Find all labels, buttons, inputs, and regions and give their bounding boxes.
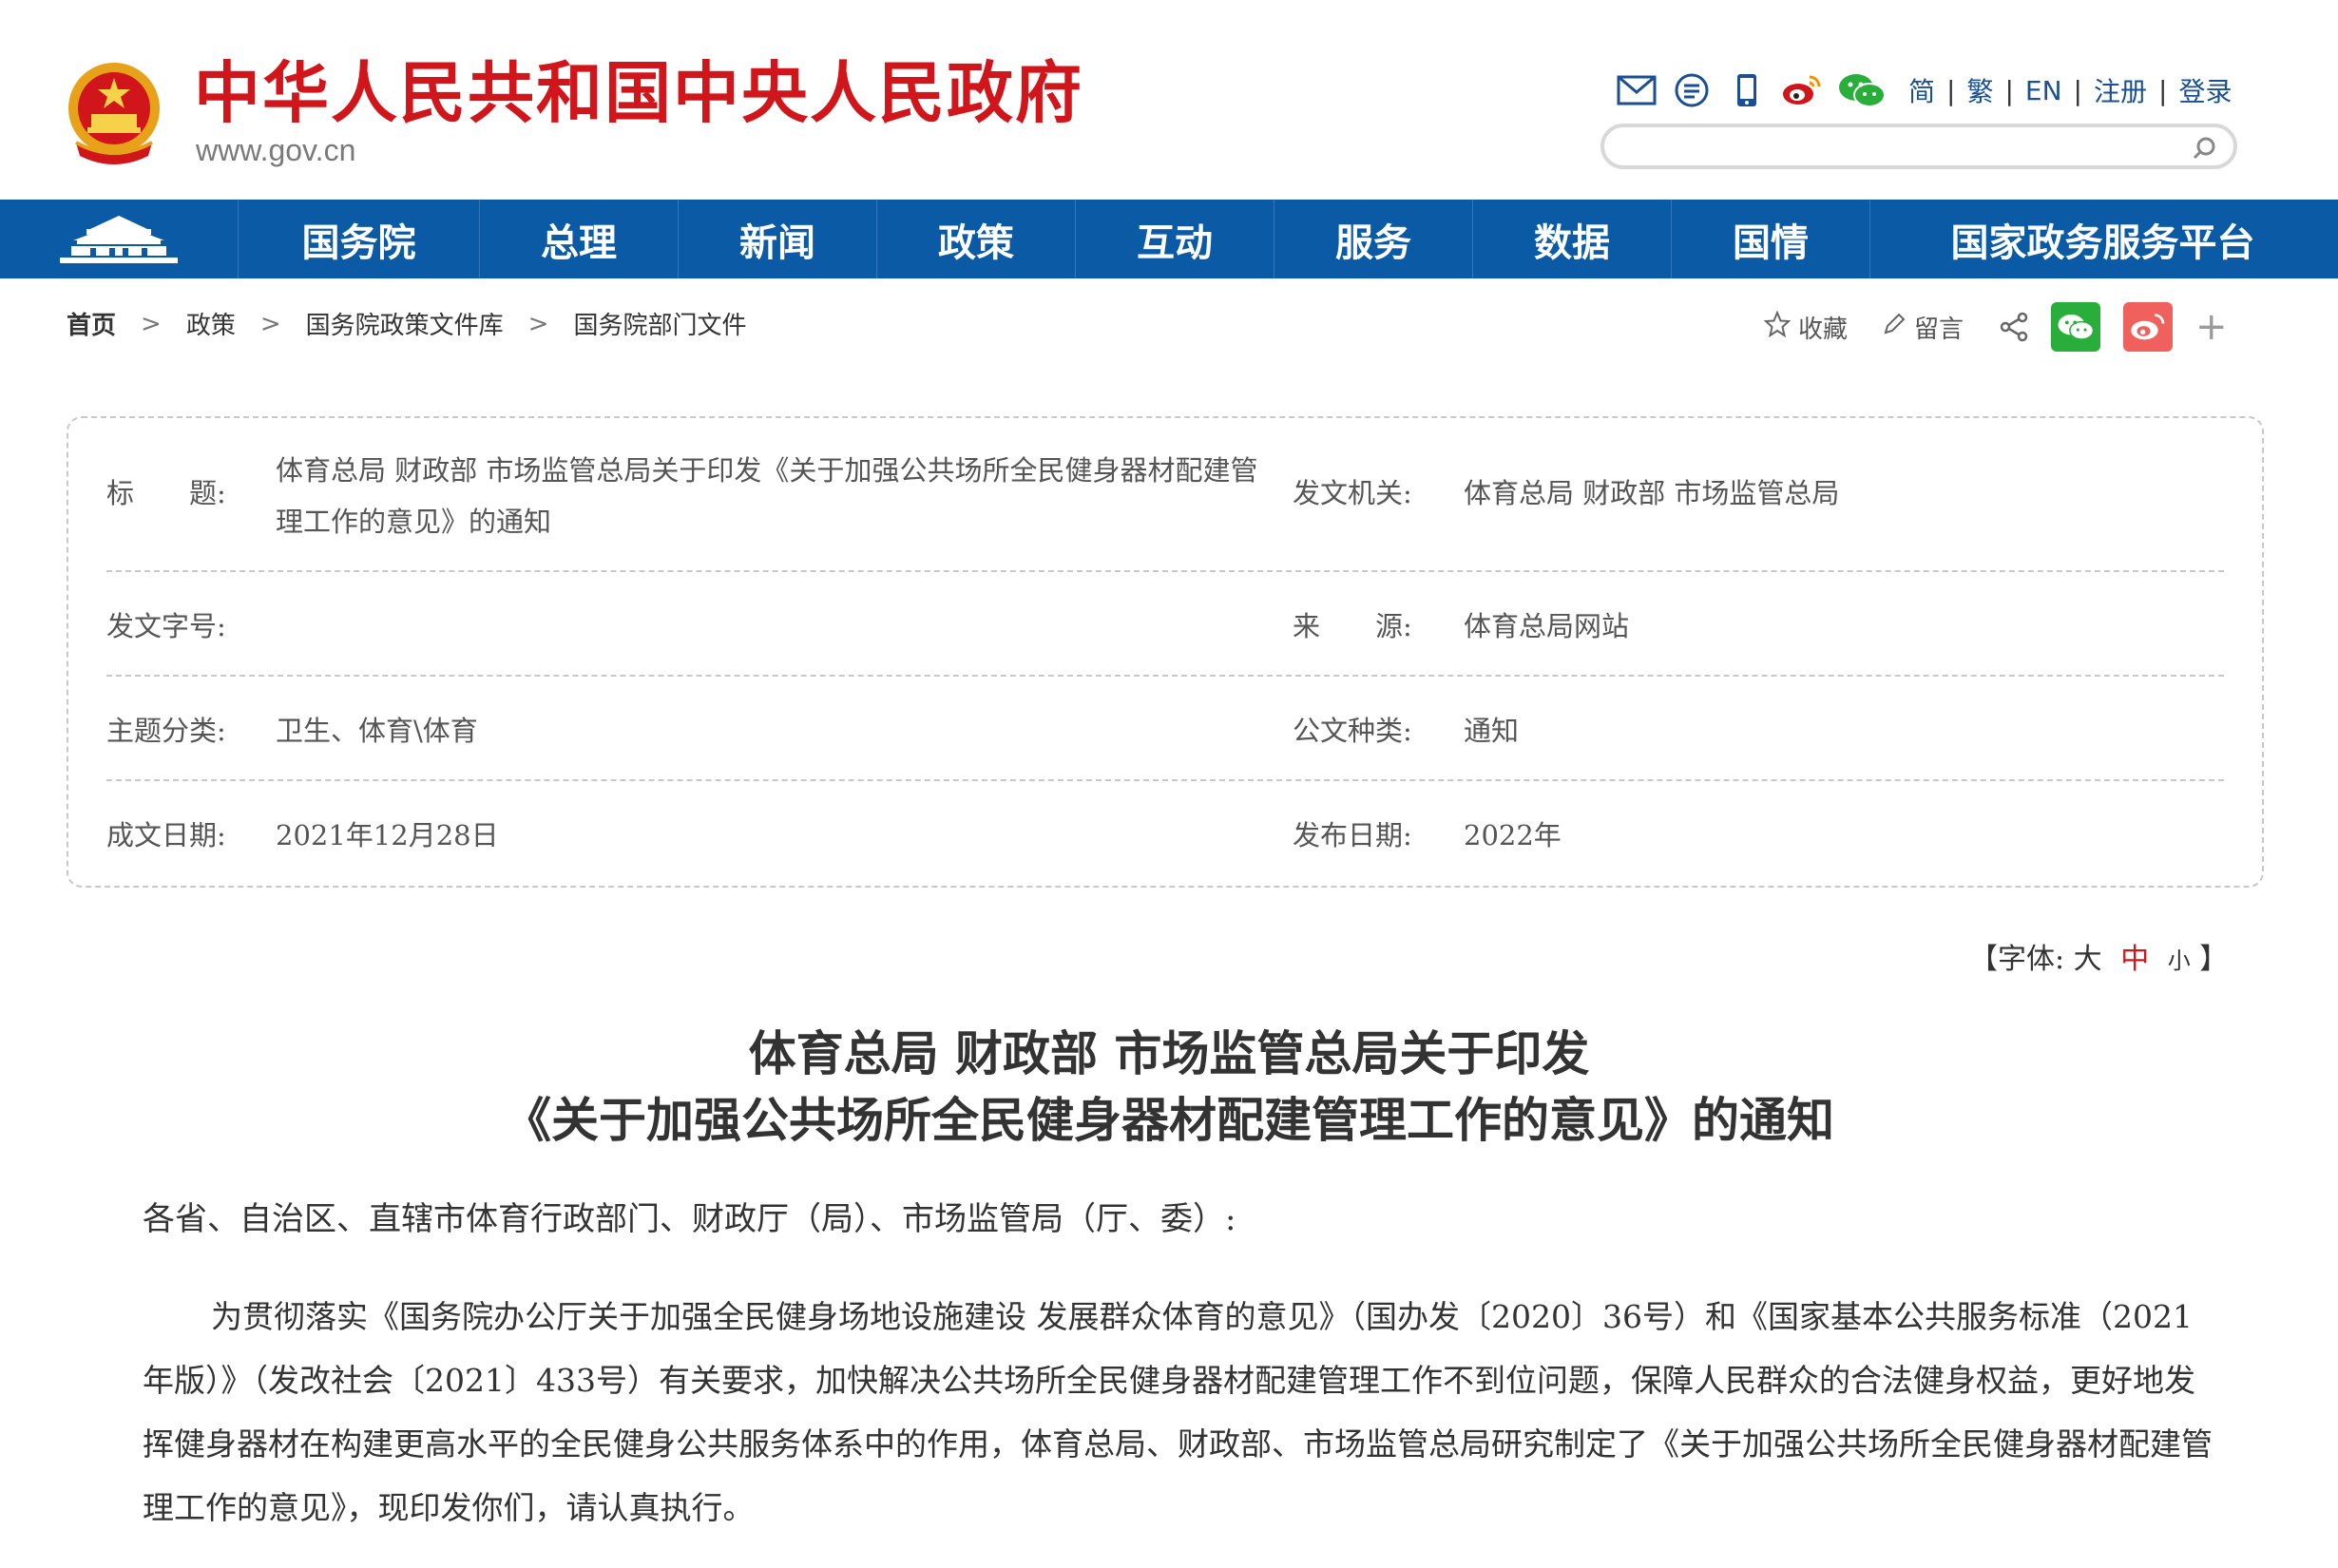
publish-date-label: 发布日期: xyxy=(1293,819,1412,851)
doc-type-value: 通知 xyxy=(1464,715,1520,747)
search-box xyxy=(1600,124,2237,169)
info-row-title: 标 题: 体育总局 财政部 市场监管总局关于印发《关于加强公共场所全民健身器材配… xyxy=(106,445,2224,538)
issuer-value: 体育总局 财政部 市场监管总局 xyxy=(1464,477,1840,509)
article-salutation: 各省、自治区、直辖市体育行政部门、财政厅（局）、市场监管局（厅、委）: xyxy=(143,1200,1236,1238)
weibo-icon[interactable] xyxy=(1781,69,1823,111)
share-icon[interactable] xyxy=(1998,311,2030,343)
article-title-line1: 体育总局 财政部 市场监管总局关于印发 xyxy=(748,1025,1590,1081)
info-row-docno: 发文字号: 来 源: 体育总局网站 xyxy=(106,604,2224,642)
title-label: 标 题: xyxy=(106,477,226,509)
wechat-icon[interactable] xyxy=(1836,69,1888,111)
font-size-open: 【字体: xyxy=(1969,943,2065,976)
font-size-medium-button[interactable]: 中 xyxy=(2120,943,2149,976)
favorite-button[interactable]: 收藏 xyxy=(1763,309,1849,345)
info-row-dates: 成文日期: 2021年12月28日 发布日期: 2022年 xyxy=(106,813,2224,851)
share-wechat-icon[interactable] xyxy=(2051,302,2101,352)
top-toolbar: 简 | 繁 | EN | 注册 | 登录 xyxy=(1616,67,2232,114)
mobile-icon[interactable] xyxy=(1726,69,1768,111)
login-link[interactable]: 登录 xyxy=(2178,71,2232,109)
font-size-switcher: 【字体: 大 中 小 】 xyxy=(1969,935,2228,977)
lang-english-link[interactable]: EN xyxy=(2025,75,2062,106)
nav-guoqing[interactable]: 国情 xyxy=(1672,200,1870,278)
national-emblem-icon[interactable] xyxy=(63,61,165,167)
article-paragraph: 为贯彻落实《国务院办公厅关于加强全民健身场地设施建设 发展群众体育的意见》（国办… xyxy=(143,1298,2213,1526)
share-weibo-icon[interactable] xyxy=(2123,302,2174,352)
separator: | xyxy=(2004,74,2014,106)
nav-xinwen[interactable]: 新闻 xyxy=(679,200,877,278)
font-size-close: 】 xyxy=(2199,943,2229,976)
main-nav: 国务院 总理 新闻 政策 互动 服务 数据 国情 国家政务服务平台 xyxy=(0,200,2338,278)
divider xyxy=(106,779,2224,781)
breadcrumb: 首页 > 政策 > 国务院政策文件库 > 国务院部门文件 xyxy=(67,306,746,341)
separator: | xyxy=(2073,74,2082,106)
separator: | xyxy=(1946,74,1956,106)
search-input[interactable] xyxy=(1627,127,2201,167)
font-size-large-button[interactable]: 大 xyxy=(2074,943,2102,976)
site-url[interactable]: www.gov.cn xyxy=(196,131,355,169)
site-header: 中华人民共和国中央人民政府 www.gov.cn 简 | 繁 | EN | 注册… xyxy=(0,0,2338,200)
nav-zhengce[interactable]: 政策 xyxy=(877,200,1076,278)
language-links: 简 | 繁 | EN | 注册 | 登录 xyxy=(1908,71,2232,109)
favorite-label: 收藏 xyxy=(1798,315,1849,344)
written-date-value: 2021年12月28日 xyxy=(276,819,499,851)
breadcrumb-home-link[interactable]: 首页 xyxy=(67,306,116,341)
lang-traditional-link[interactable]: 繁 xyxy=(1966,71,1993,109)
issuer-label: 发文机关: xyxy=(1293,477,1412,509)
document-info-table: 标 题: 体育总局 财政部 市场监管总局关于印发《关于加强公共场所全民健身器材配… xyxy=(67,416,2264,888)
breadcrumb-library-link[interactable]: 国务院政策文件库 xyxy=(306,306,504,341)
font-size-small-button[interactable]: 小 xyxy=(2168,947,2191,974)
search-icon[interactable] xyxy=(2190,133,2220,163)
written-date-label: 成文日期: xyxy=(106,819,226,851)
separator: | xyxy=(2158,74,2168,106)
title-value: 体育总局 财政部 市场监管总局关于印发《关于加强公共场所全民健身器材配建管理工作… xyxy=(276,454,1258,538)
divider xyxy=(106,570,2224,572)
nav-guowuyuan[interactable]: 国务院 xyxy=(239,200,480,278)
publish-date-value: 2022年 xyxy=(1464,819,1562,851)
source-value: 体育总局网站 xyxy=(1464,610,1630,642)
divider xyxy=(106,675,2224,677)
topic-label: 主题分类: xyxy=(106,715,226,747)
topic-value: 卫生、体育\体育 xyxy=(276,715,478,747)
rss-icon[interactable] xyxy=(1671,69,1713,111)
source-label: 来 源: xyxy=(1293,610,1412,642)
comment-label: 留言 xyxy=(1914,315,1964,344)
site-name[interactable]: 中华人民共和国中央人民政府 xyxy=(194,55,1083,131)
nav-zongli[interactable]: 总理 xyxy=(480,200,679,278)
mail-icon[interactable] xyxy=(1616,69,1658,111)
docno-label: 发文字号: xyxy=(106,610,226,642)
share-bar: 收藏 留言 + xyxy=(1763,302,2228,352)
chevron-right-icon: > xyxy=(259,309,281,338)
tiananmen-icon[interactable] xyxy=(0,200,239,278)
more-share-icon[interactable]: + xyxy=(2195,308,2228,346)
star-icon xyxy=(1763,309,1792,344)
register-link[interactable]: 注册 xyxy=(2094,71,2147,109)
pencil-icon xyxy=(1882,312,1907,343)
article-title-line2: 《关于加强公共场所全民健身器材配建管理工作的意见》的通知 xyxy=(504,1092,1834,1148)
chevron-right-icon: > xyxy=(141,309,162,338)
breadcrumb-policy-link[interactable]: 政策 xyxy=(186,306,236,341)
nav-fuwu[interactable]: 服务 xyxy=(1274,200,1473,278)
info-row-topic: 主题分类: 卫生、体育\体育 公文种类: 通知 xyxy=(106,709,2224,747)
doc-type-label: 公文种类: xyxy=(1293,715,1412,747)
breadcrumb-dept-docs-link[interactable]: 国务院部门文件 xyxy=(573,306,746,341)
nav-shuju[interactable]: 数据 xyxy=(1473,200,1672,278)
article-title: 体育总局 财政部 市场监管总局关于印发 《关于加强公共场所全民健身器材配建管理工… xyxy=(0,1021,2338,1154)
chevron-right-icon: > xyxy=(527,309,549,338)
lang-simplified-link[interactable]: 简 xyxy=(1908,71,1935,109)
comment-button[interactable]: 留言 xyxy=(1882,310,1964,345)
nav-hudong[interactable]: 互动 xyxy=(1076,200,1274,278)
nav-zhengwu-platform[interactable]: 国家政务服务平台 xyxy=(1870,200,2335,278)
